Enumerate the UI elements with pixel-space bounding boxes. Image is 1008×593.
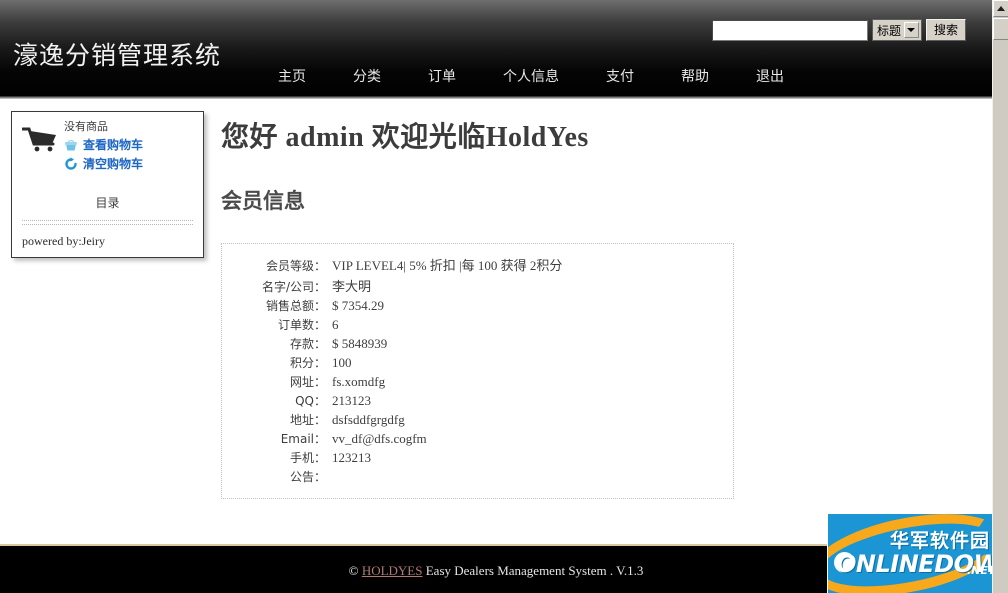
member-info-value: 李大明 [332,279,372,294]
member-info-value: VIP LEVEL4| 5% 折扣 |每 100 获得 2积分 [332,258,563,273]
cart-links: 没有商品 查看购物车 清空购物车 [62,120,143,172]
browser-page: 濠逸分销管理系统 标题 搜索 主页 分类 订单 个人信息 支付 帮助 退出 没有… [0,0,1008,593]
member-info-value: $ 7354.29 [332,298,384,313]
view-cart-row[interactable]: 查看购物车 [64,136,143,153]
search-scope-value: 标题 [876,23,901,38]
nav-item-orders[interactable]: 订单 [428,66,456,86]
member-info-row: QQ： 213123 [222,391,733,410]
member-info-value: fs.xomdfg [332,374,386,389]
member-info-label: 订单数： [277,318,326,332]
member-info-value: 123213 [332,450,371,465]
member-info-label: 名字/公司： [261,280,326,294]
watermark-logo: 华军软件园 ONLINEDOWN .NET [827,513,1008,593]
member-info-row: 订单数： 6 [222,315,733,334]
chevron-down-icon[interactable] [903,22,919,38]
member-info-value: dsfsddfgrgdfg [332,412,405,427]
member-info-row: 存款： $ 5848939 [222,334,733,353]
member-info-label: 手机： [289,451,326,465]
nav-item-payment[interactable]: 支付 [606,66,634,86]
member-info-row: 名字/公司： 李大明 [222,275,733,296]
member-info-row: 积分： 100 [222,353,733,372]
search-scope-select[interactable]: 标题 [871,19,922,41]
member-info-row: 会员等级： VIP LEVEL4| 5% 折扣 |每 100 获得 2积分 [222,254,733,275]
member-info-label: 地址： [289,413,326,427]
member-info-label: 积分： [289,356,326,370]
search-input[interactable] [711,19,868,41]
member-info-row: 地址： dsfsddfgrgdfg [222,410,733,429]
member-info-label: 公告： [289,470,326,484]
site-title: 濠逸分销管理系统 [13,41,222,70]
member-info-row: 销售总额： $ 7354.29 [222,296,733,315]
member-info-label: 会员等级： [265,259,326,273]
member-info-value: 213123 [332,393,371,408]
section-title: 会员信息 [221,189,305,213]
member-info-label: QQ： [295,394,326,408]
divider-top [22,220,193,221]
footer-text: Easy Dealers Management System . V.1.3 [425,562,644,578]
member-info-row: 网址： fs.xomdfg [222,372,733,391]
member-info-row: Email： vv_df@dfs.cogfm [222,429,733,448]
member-info-label: 网址： [289,375,326,389]
shopping-cart-icon [21,120,62,157]
nav-item-profile[interactable]: 个人信息 [503,66,559,86]
main-navigation: 主页 分类 订单 个人信息 支付 帮助 退出 [278,66,784,86]
member-info-value: vv_df@dfs.cogfm [332,431,427,446]
cart-summary: 没有商品 查看购物车 清空购物车 [21,120,193,172]
divider-bottom [22,224,193,225]
scrollbar-thumb[interactable] [993,18,1008,40]
refresh-icon [64,156,78,171]
watermark-cn-text: 华军软件园 [890,530,991,552]
main-column: 您好 admin 欢迎光临HoldYes 会员信息 会员等级： VIP LEVEL… [221,111,972,499]
powered-by-text: powered by:Jeiry [22,234,105,248]
view-cart-link[interactable]: 查看购物车 [83,136,143,153]
search-area: 标题 搜索 [711,19,966,41]
member-info-row: 公告： [222,467,733,486]
clear-cart-row[interactable]: 清空购物车 [64,155,143,172]
nav-item-logout[interactable]: 退出 [756,66,784,86]
member-info-label: 存款： [289,337,326,351]
member-info-label: Email： [280,432,326,446]
nav-item-home[interactable]: 主页 [278,66,306,86]
sidebar-cart-panel: 没有商品 查看购物车 清空购物车 目录 powered by:Jeiry [11,111,204,258]
member-info-row: 手机： 123213 [222,448,733,467]
scroll-up-arrow-icon[interactable] [993,0,1008,17]
member-info-label: 销售总额： [265,299,326,313]
member-info-value: 6 [332,317,339,332]
catalog-heading: 目录 [95,196,120,210]
copyright-symbol: © [348,562,359,578]
member-info-panel: 会员等级： VIP LEVEL4| 5% 折扣 |每 100 获得 2积分 名字/公… [221,243,734,499]
content-area: 没有商品 查看购物车 清空购物车 目录 powered by:Jeiry 您好 … [0,99,992,546]
member-info-value: 100 [332,355,352,370]
clear-cart-link[interactable]: 清空购物车 [83,155,143,172]
welcome-heading: 您好 admin 欢迎光临HoldYes [221,122,589,153]
member-info-table: 会员等级： VIP LEVEL4| 5% 折扣 |每 100 获得 2积分 名字/公… [222,254,733,486]
nav-item-help[interactable]: 帮助 [681,66,709,86]
scrollbar-track[interactable] [993,40,1008,593]
member-info-value: $ 5848939 [332,336,388,351]
member-info-value [332,467,733,486]
nav-item-categories[interactable]: 分类 [353,66,381,86]
search-button[interactable]: 搜索 [925,19,966,41]
basket-icon [64,138,78,152]
vertical-scrollbar[interactable] [992,0,1008,593]
brand-link[interactable]: HOLDYES [362,563,423,579]
cart-empty-text: 没有商品 [64,120,108,133]
site-header: 濠逸分销管理系统 标题 搜索 主页 分类 订单 个人信息 支付 帮助 退出 [0,0,992,99]
